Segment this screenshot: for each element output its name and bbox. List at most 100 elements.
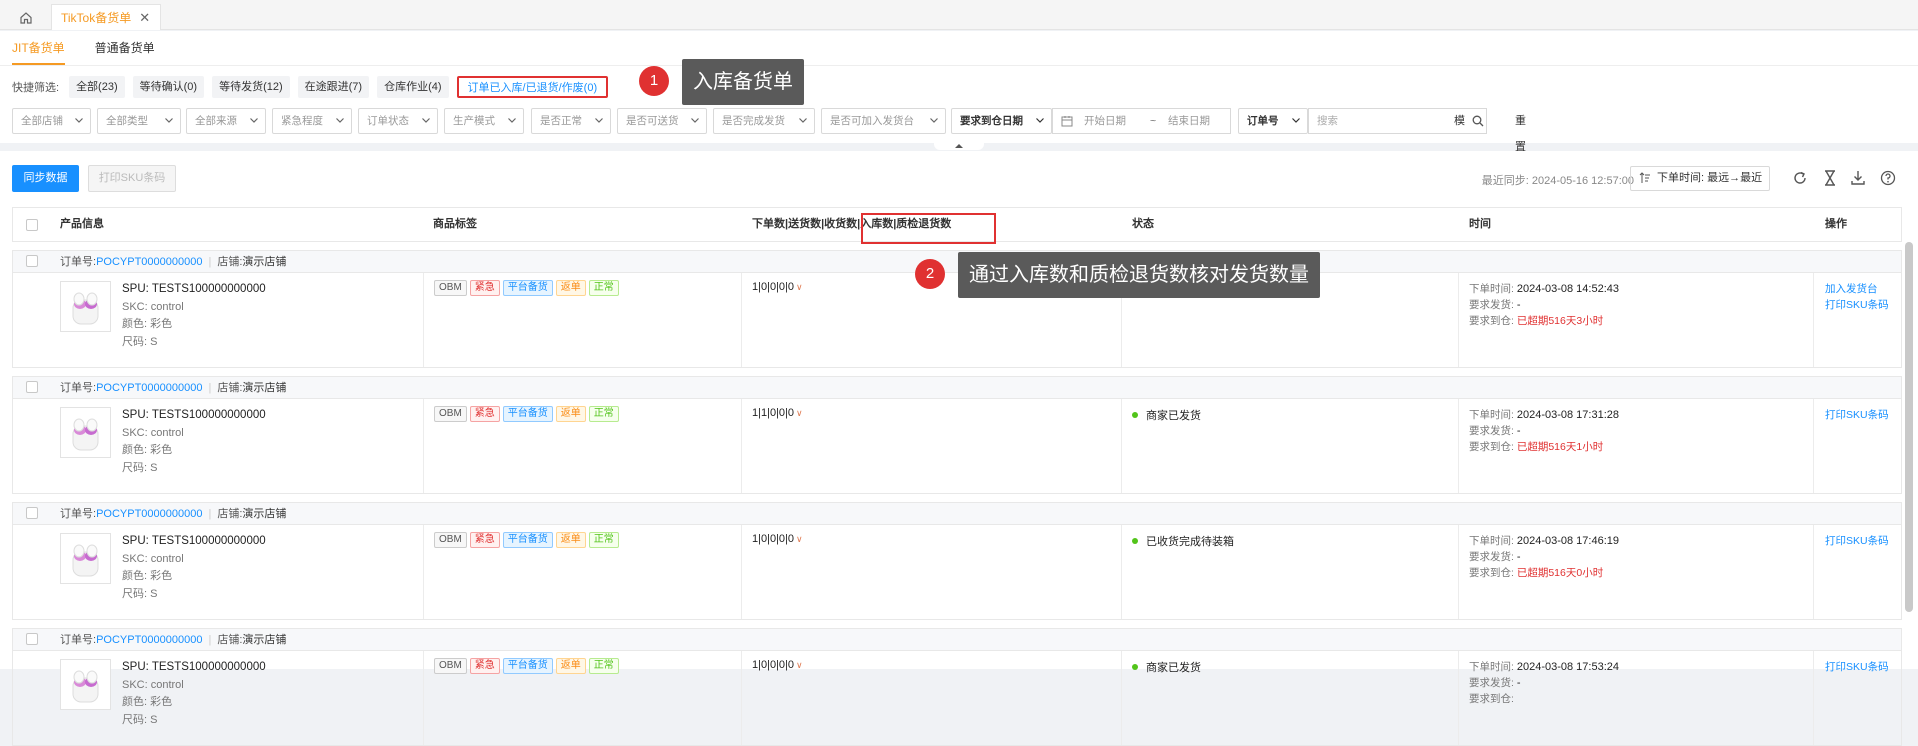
search-icon[interactable]: [1472, 115, 1484, 127]
order-no-link[interactable]: POCYPT0000000000: [96, 634, 202, 646]
product-tags: OBM 紧急 平台备货 返单 正常: [434, 406, 619, 422]
date-type-select[interactable]: 要求到仓日期: [951, 108, 1052, 134]
chevron-down-icon: [508, 118, 516, 123]
tab-jit-order[interactable]: JIT备货单: [12, 31, 65, 65]
chevron-down-icon: [1036, 118, 1044, 123]
quantity-cell[interactable]: 1|0|0|0|0 ∨: [752, 533, 803, 545]
header-time: 时间: [1469, 218, 1491, 230]
chevron-down-icon: [799, 118, 807, 123]
order-meta: 订单号:POCYPT0000000000 | 店铺:演示店铺: [60, 251, 286, 273]
divider: [1458, 273, 1459, 367]
print-sku-link[interactable]: 打印SKU条码: [1825, 407, 1889, 423]
quick-chip-pending-confirm[interactable]: 等待确认(0): [132, 76, 205, 98]
reset-button[interactable]: 重置: [1515, 108, 1526, 153]
print-sku-link[interactable]: 打印SKU条码: [1825, 297, 1889, 313]
divider: |: [208, 256, 212, 268]
highlight-box: [861, 213, 996, 244]
divider: [423, 651, 424, 745]
ship-req-value: -: [1516, 677, 1521, 689]
quick-chip-warehouse[interactable]: 仓库作业(4): [377, 76, 449, 98]
store-select[interactable]: 全部店铺: [12, 108, 91, 134]
order-no-link[interactable]: POCYPT0000000000: [96, 256, 202, 268]
header-ops: 操作: [1825, 218, 1847, 230]
product-tag: 返单: [555, 406, 586, 422]
quick-chip-pending-ship[interactable]: 等待发货(12): [212, 76, 290, 98]
print-sku-link[interactable]: 打印SKU条码: [1825, 659, 1889, 675]
print-sku-button[interactable]: 打印SKU条码: [88, 165, 176, 192]
ship-req-label: 要求发货:: [1469, 425, 1514, 437]
quick-chip-in-transit[interactable]: 在途跟进(7): [297, 76, 370, 98]
status-text: 商家已发货: [1146, 410, 1201, 422]
deliverable-select[interactable]: 是否可送货: [617, 108, 707, 134]
overdue-text: 已超期516天0小时: [1516, 567, 1604, 579]
type-select[interactable]: 全部类型: [97, 108, 181, 134]
source-select[interactable]: 全部来源: [186, 108, 266, 134]
order-no-label: 订单号:: [60, 382, 97, 394]
sort-button[interactable]: 下单时间: 最远→最近: [1630, 166, 1770, 191]
color-text: 颜色: 彩色: [122, 318, 173, 330]
collapse-toggle[interactable]: [934, 142, 984, 150]
spu-text: SPU: TESTS100000000000: [122, 409, 266, 421]
quantity-cell[interactable]: 1|0|0|0|0 ∨: [752, 659, 803, 671]
help-icon[interactable]: [1879, 169, 1897, 187]
divider: [1121, 525, 1122, 619]
date-separator: ~: [1150, 115, 1157, 127]
scrollbar[interactable]: [1905, 242, 1913, 612]
order-groups: 订单号:POCYPT0000000000 | 店铺:演示店铺 SPU: TEST…: [12, 250, 1902, 746]
select-value: 紧急程度: [281, 115, 323, 127]
close-icon[interactable]: ✕: [139, 10, 150, 26]
add-to-desk-select[interactable]: 是否可加入发货台: [821, 108, 946, 134]
product-thumbnail[interactable]: [60, 281, 111, 332]
add-to-desk-link[interactable]: 加入发货台: [1825, 281, 1889, 297]
chevron-down-icon[interactable]: ∨: [796, 408, 803, 418]
spu-text: SPU: TESTS100000000000: [122, 283, 266, 295]
ship-req-value: -: [1516, 425, 1521, 437]
print-sku-link[interactable]: 打印SKU条码: [1825, 533, 1889, 549]
chevron-down-icon: [250, 118, 258, 123]
order-no-link[interactable]: POCYPT0000000000: [96, 382, 202, 394]
row-checkbox[interactable]: [26, 381, 38, 393]
refresh-icon[interactable]: [1791, 169, 1809, 187]
fuzzy-toggle[interactable]: 模: [1454, 109, 1465, 133]
tab-tiktok-stock-order[interactable]: TikTok备货单 ✕: [51, 4, 162, 30]
size-text: 尺码: S: [122, 335, 158, 348]
urgency-select[interactable]: 紧急程度: [272, 108, 352, 134]
sync-data-button[interactable]: 同步数据: [12, 165, 79, 192]
order-no-link[interactable]: POCYPT0000000000: [96, 508, 202, 520]
overdue-text: 已超期516天1小时: [1516, 441, 1604, 453]
store-name: 演示店铺: [242, 256, 287, 268]
ship-req-label: 要求发货:: [1469, 551, 1514, 563]
product-tags: OBM 紧急 平台备货 返单 正常: [434, 658, 619, 674]
chevron-down-icon[interactable]: ∨: [796, 534, 803, 544]
store-label: 店铺:: [217, 508, 243, 520]
divider: [1813, 399, 1814, 493]
quantity-cell[interactable]: 1|1|0|0|0 ∨: [752, 407, 803, 419]
search-input[interactable]: 搜索 模: [1308, 108, 1487, 134]
quick-chip-all[interactable]: 全部(23): [69, 76, 125, 98]
row-checkbox[interactable]: [26, 633, 38, 645]
product-thumbnail[interactable]: [60, 407, 111, 458]
earbuds-image: [72, 292, 99, 325]
download-icon[interactable]: [1849, 169, 1867, 187]
home-icon[interactable]: [12, 6, 40, 30]
quick-chip-stocked-returned[interactable]: 订单已入库/已退货/作废(0): [456, 76, 609, 98]
hourglass-icon[interactable]: [1821, 169, 1839, 187]
row-checkbox[interactable]: [26, 507, 38, 519]
row-checkbox[interactable]: [26, 255, 38, 267]
shipment-done-select[interactable]: 是否完成发货: [713, 108, 815, 134]
search-type-select[interactable]: 订单号: [1238, 108, 1308, 134]
product-tag: 正常: [588, 406, 619, 422]
quantity-cell[interactable]: 1|0|0|0|0 ∨: [752, 281, 803, 293]
select-value: 订单状态: [367, 115, 409, 127]
select-all-checkbox[interactable]: [26, 219, 38, 231]
product-tag: 平台备货: [502, 280, 553, 296]
date-range-picker[interactable]: 开始日期 ~ 结束日期: [1052, 108, 1231, 134]
product-thumbnail[interactable]: [60, 659, 111, 710]
product-thumbnail[interactable]: [60, 533, 111, 584]
production-mode-select[interactable]: 生产模式: [444, 108, 524, 134]
tab-normal-order[interactable]: 普通备货单: [95, 31, 155, 65]
normal-select[interactable]: 是否正常: [531, 108, 611, 134]
order-status-select[interactable]: 订单状态: [358, 108, 438, 134]
chevron-down-icon[interactable]: ∨: [796, 282, 803, 292]
order-time-value: 2024-03-08 17:31:28: [1516, 409, 1619, 421]
